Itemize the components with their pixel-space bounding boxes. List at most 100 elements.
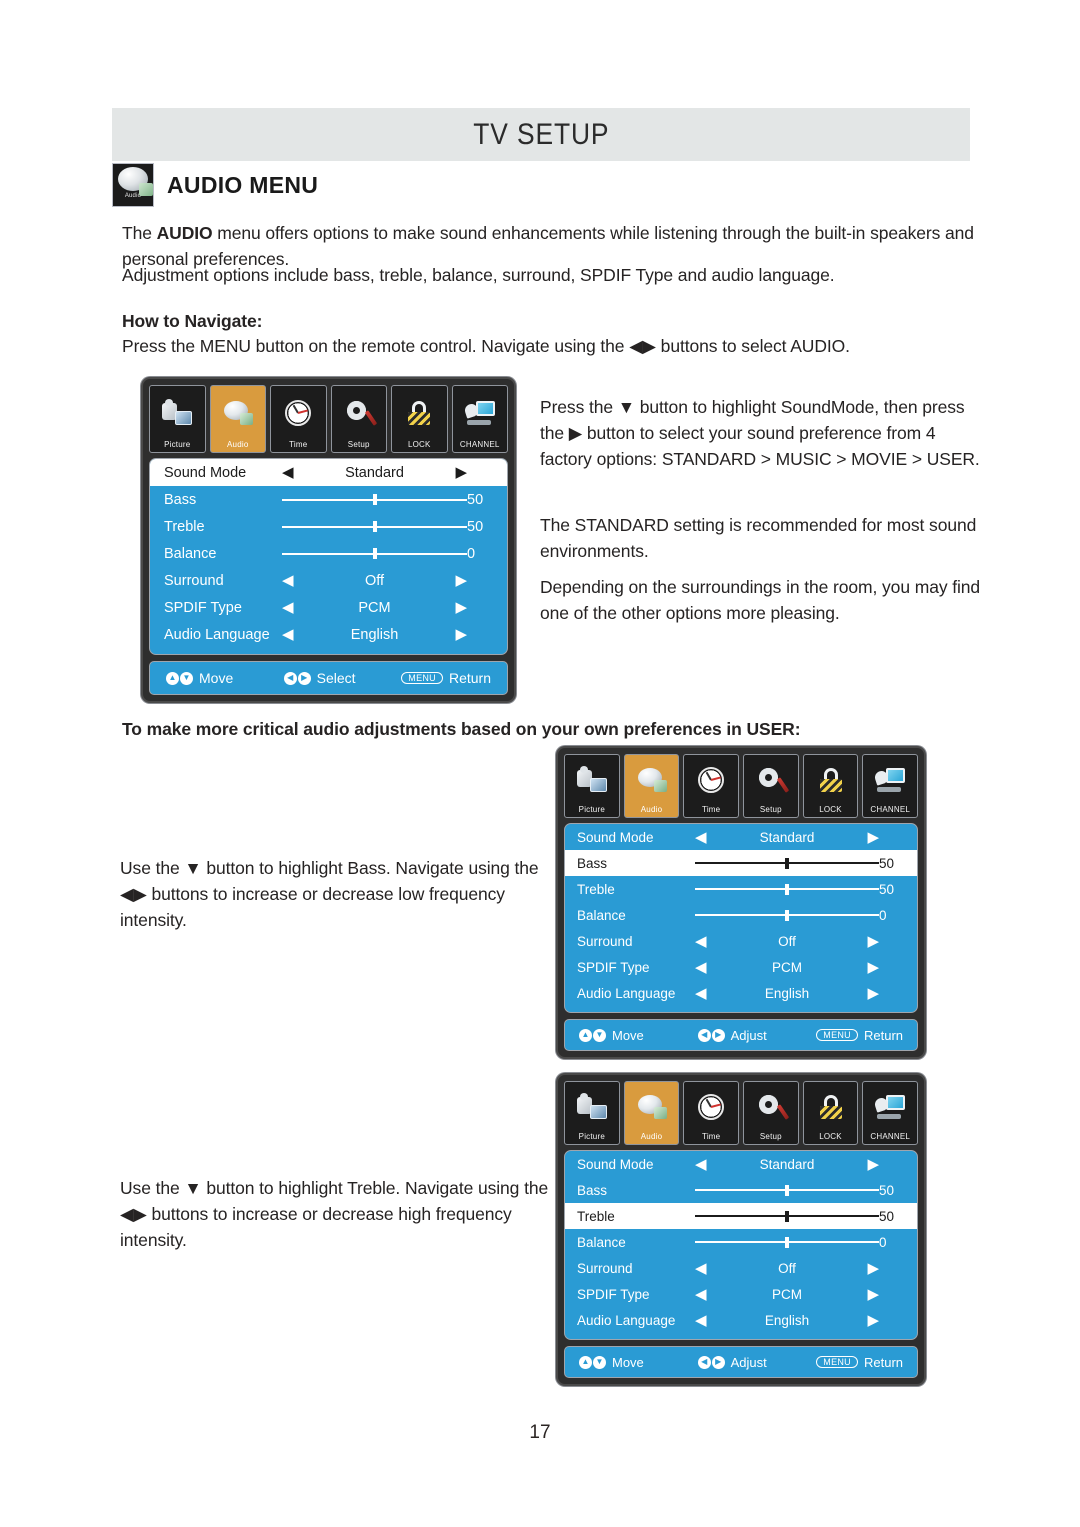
osd-row-surround[interactable]: Surround ◀ Off ▶ — [565, 1255, 917, 1281]
osd-row-control[interactable]: ◀ Off ▶ — [282, 573, 467, 589]
osd-menu-bass[interactable]: Picture Audio Time Setup LOCK CHANNEL Sound M… — [556, 746, 926, 1059]
osd-row-control[interactable]: ◀ English ▶ — [695, 1313, 879, 1328]
osd-tab-channel[interactable]: CHANNEL — [862, 1081, 919, 1145]
chevron-left-icon[interactable]: ◀ — [282, 573, 294, 588]
osd-row-control[interactable] — [695, 909, 879, 921]
slider-knob[interactable] — [785, 857, 789, 869]
osd-row-treble[interactable]: Treble 50 — [565, 876, 917, 902]
osd-settings-list[interactable]: Sound Mode ◀ Standard ▶ Bass 50 Treble 50 Balanc… — [564, 823, 918, 1013]
osd-menu-sound-mode[interactable]: Picture Audio Time Setup LOCK CHANNEL Sound M… — [141, 377, 516, 703]
osd-row-treble[interactable]: Treble 50 — [150, 513, 507, 540]
osd-row-sound-mode[interactable]: Sound Mode ◀ Standard ▶ — [565, 824, 917, 850]
chevron-right-icon[interactable]: ▶ — [867, 960, 879, 975]
osd-row-balance[interactable]: Balance 0 — [565, 902, 917, 928]
osd-row-sound-mode[interactable]: Sound Mode ◀ Standard ▶ — [565, 1151, 917, 1177]
osd-tab-audio[interactable]: Audio — [623, 754, 680, 818]
chevron-right-icon[interactable]: ▶ — [455, 573, 467, 588]
chevron-right-icon[interactable]: ▶ — [867, 830, 879, 845]
osd-row-control[interactable]: ◀ Off ▶ — [695, 934, 879, 949]
slider-knob[interactable] — [372, 521, 377, 532]
osd-tab-lock[interactable]: LOCK — [391, 385, 448, 453]
osd-tab-time[interactable]: Time — [683, 754, 740, 818]
osd-settings-list[interactable]: Sound Mode ◀ Standard ▶ Bass 50 Treble 50 Balanc… — [564, 1150, 918, 1340]
osd-row-control[interactable]: ◀ Standard ▶ — [282, 465, 467, 481]
osd-tab-strip[interactable]: Picture Audio Time Setup LOCK CHANNEL — [149, 385, 508, 453]
osd-row-treble[interactable]: Treble 50 — [565, 1203, 917, 1229]
osd-slider[interactable] — [695, 857, 879, 869]
osd-tab-picture[interactable]: Picture — [564, 754, 620, 818]
chevron-left-icon[interactable]: ◀ — [695, 1313, 707, 1328]
chevron-left-icon[interactable]: ◀ — [695, 1261, 707, 1276]
osd-menu-treble[interactable]: Picture Audio Time Setup LOCK CHANNEL Sound M… — [556, 1073, 926, 1386]
chevron-right-icon[interactable]: ▶ — [867, 934, 879, 949]
osd-slider[interactable] — [695, 883, 879, 895]
chevron-right-icon[interactable]: ▶ — [867, 1157, 879, 1172]
osd-row-control[interactable]: ◀ PCM ▶ — [695, 960, 879, 975]
slider-knob[interactable] — [372, 494, 377, 505]
osd-row-audio-language[interactable]: Audio Language ◀ English ▶ — [565, 980, 917, 1006]
osd-row-surround[interactable]: Surround ◀ Off ▶ — [150, 567, 507, 594]
chevron-left-icon[interactable]: ◀ — [695, 960, 707, 975]
osd-row-audio-language[interactable]: Audio Language ◀ English ▶ — [565, 1307, 917, 1333]
chevron-left-icon[interactable]: ◀ — [282, 465, 294, 480]
osd-slider[interactable] — [695, 1210, 879, 1222]
osd-tab-lock[interactable]: LOCK — [802, 754, 859, 818]
osd-tab-time[interactable]: Time — [270, 385, 327, 453]
osd-tab-audio[interactable]: Audio — [623, 1081, 680, 1145]
chevron-left-icon[interactable]: ◀ — [695, 830, 707, 845]
osd-tab-audio[interactable]: Audio — [209, 385, 266, 453]
osd-row-control[interactable]: ◀ Standard ▶ — [695, 830, 879, 845]
slider-knob[interactable] — [372, 548, 377, 559]
osd-row-control[interactable] — [695, 1210, 879, 1222]
osd-row-spdif-type[interactable]: SPDIF Type ◀ PCM ▶ — [150, 594, 507, 621]
osd-slider[interactable] — [695, 909, 879, 921]
osd-tab-picture[interactable]: Picture — [149, 385, 206, 453]
osd-row-bass[interactable]: Bass 50 — [565, 1177, 917, 1203]
osd-tab-time[interactable]: Time — [683, 1081, 740, 1145]
osd-row-control[interactable] — [695, 1236, 879, 1248]
osd-row-control[interactable] — [695, 883, 879, 895]
osd-slider[interactable] — [282, 521, 467, 532]
osd-row-control[interactable]: ◀ English ▶ — [695, 986, 879, 1001]
osd-settings-list[interactable]: Sound Mode ◀ Standard ▶ Bass 50 Treble 50 Balanc… — [149, 458, 508, 655]
osd-row-control[interactable]: ◀ PCM ▶ — [282, 600, 467, 616]
osd-row-control[interactable]: ◀ PCM ▶ — [695, 1287, 879, 1302]
osd-slider[interactable] — [282, 494, 467, 505]
chevron-right-icon[interactable]: ▶ — [455, 627, 467, 642]
osd-row-control[interactable]: ◀ Off ▶ — [695, 1261, 879, 1276]
chevron-left-icon[interactable]: ◀ — [695, 1287, 707, 1302]
chevron-right-icon[interactable]: ▶ — [867, 1313, 879, 1328]
osd-row-balance[interactable]: Balance 0 — [565, 1229, 917, 1255]
osd-tab-channel[interactable]: CHANNEL — [451, 385, 508, 453]
osd-row-spdif-type[interactable]: SPDIF Type ◀ PCM ▶ — [565, 954, 917, 980]
osd-row-sound-mode[interactable]: Sound Mode ◀ Standard ▶ — [150, 459, 507, 486]
osd-tab-picture[interactable]: Picture — [564, 1081, 620, 1145]
osd-tab-setup[interactable]: Setup — [330, 385, 387, 453]
osd-row-control[interactable] — [282, 494, 467, 505]
osd-tab-setup[interactable]: Setup — [743, 1081, 799, 1145]
chevron-right-icon[interactable]: ▶ — [867, 1261, 879, 1276]
osd-row-control[interactable] — [282, 521, 467, 532]
slider-knob[interactable] — [785, 883, 789, 895]
osd-row-bass[interactable]: Bass 50 — [150, 486, 507, 513]
osd-row-control[interactable]: ◀ English ▶ — [282, 627, 467, 643]
chevron-left-icon[interactable]: ◀ — [695, 934, 707, 949]
slider-knob[interactable] — [785, 1184, 789, 1196]
chevron-left-icon[interactable]: ◀ — [695, 986, 707, 1001]
slider-knob[interactable] — [785, 909, 789, 921]
chevron-right-icon[interactable]: ▶ — [867, 986, 879, 1001]
osd-row-surround[interactable]: Surround ◀ Off ▶ — [565, 928, 917, 954]
osd-row-spdif-type[interactable]: SPDIF Type ◀ PCM ▶ — [565, 1281, 917, 1307]
osd-row-control[interactable]: ◀ Standard ▶ — [695, 1157, 879, 1172]
osd-row-bass[interactable]: Bass 50 — [565, 850, 917, 876]
osd-slider[interactable] — [282, 548, 467, 559]
osd-tab-lock[interactable]: LOCK — [802, 1081, 859, 1145]
osd-tab-strip[interactable]: Picture Audio Time Setup LOCK CHANNEL — [564, 754, 919, 818]
osd-row-balance[interactable]: Balance 0 — [150, 540, 507, 567]
osd-slider[interactable] — [695, 1236, 879, 1248]
chevron-right-icon[interactable]: ▶ — [455, 465, 467, 480]
osd-tab-strip[interactable]: Picture Audio Time Setup LOCK CHANNEL — [564, 1081, 919, 1145]
chevron-left-icon[interactable]: ◀ — [282, 627, 294, 642]
osd-row-audio-language[interactable]: Audio Language ◀ English ▶ — [150, 621, 507, 648]
osd-row-control[interactable] — [282, 548, 467, 559]
